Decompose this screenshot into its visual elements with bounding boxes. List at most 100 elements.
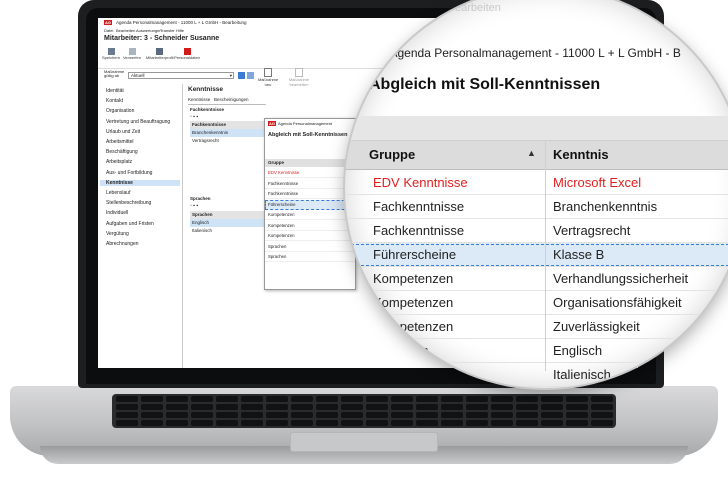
measure-edit-button[interactable]: Maßnahme bearbeiten: [284, 68, 314, 87]
table-row[interactable]: Italienisch: [190, 227, 266, 235]
keyboard-key: [541, 404, 563, 410]
magnified-titlebar: AG Agenda Personalmanagement - 11000 L + …: [367, 46, 681, 60]
keyboard-key: [566, 404, 588, 410]
tab-kenntnisse[interactable]: Kenntnisse: [188, 97, 210, 102]
valid-from-select[interactable]: Aktuell ▾: [128, 72, 234, 79]
keyboard-key: [591, 404, 613, 410]
save-button[interactable]: Speichern: [102, 48, 120, 60]
column-header-kenntnis[interactable]: Kenntnis: [553, 147, 609, 162]
sidebar-item[interactable]: Organisation: [100, 108, 180, 114]
dialog-row[interactable]: Kompetenzen: [265, 210, 355, 220]
table-row[interactable]: Branchenkenntnis: [190, 129, 266, 137]
sidebar-item[interactable]: Kontakt: [100, 98, 180, 104]
table-row[interactable]: Vertragsrecht: [190, 137, 266, 145]
cell-kenntnis: Klasse B: [553, 247, 605, 262]
sidebar-item[interactable]: Aus- und Fortbildung: [100, 170, 180, 176]
table-row[interactable]: Englisch: [190, 219, 266, 227]
keyboard-key: [316, 396, 338, 402]
new-icon[interactable]: ▫: [190, 203, 192, 209]
keyboard-key: [216, 404, 238, 410]
sidebar-item[interactable]: Identität: [100, 88, 180, 94]
keyboard-key: [366, 420, 388, 426]
sidebar-item[interactable]: Kenntnisse: [100, 179, 180, 186]
keyboard-key: [141, 404, 163, 410]
discard-button[interactable]: Verwerfen: [122, 48, 142, 60]
keyboard-key: [566, 396, 588, 402]
sidebar-item[interactable]: Arbeitsmittel: [100, 139, 180, 145]
keyboard-key: [491, 404, 513, 410]
keyboard-key: [341, 412, 363, 418]
keyboard-key: [541, 396, 563, 402]
delete-icon[interactable]: ▪: [196, 203, 198, 209]
dialog-title: AG Agenda Personalmanagement: [268, 121, 333, 126]
window-title: Agenda Personalmanagement - 11000 L + L …: [116, 20, 247, 25]
keyboard-key: [191, 420, 213, 426]
dialog-row[interactable]: Sprachen: [265, 252, 355, 262]
keyboard-key: [341, 404, 363, 410]
menu-datei[interactable]: Datei: [104, 28, 113, 33]
keyboard-key: [166, 404, 188, 410]
keyboard-key: [441, 412, 463, 418]
magnified-band: [345, 116, 728, 141]
menu-transfer[interactable]: Transfer: [160, 28, 175, 33]
magnifier-lens: earbeiten AG Agenda Personalmanagement - …: [345, 0, 728, 388]
folder-icon[interactable]: ▪: [193, 203, 195, 209]
keyboard-key: [341, 396, 363, 402]
cell-kenntnis: Italienisch: [553, 367, 611, 382]
menu-bearbeiten[interactable]: Bearbeiten: [116, 28, 135, 33]
keyboard-key: [266, 404, 288, 410]
dialog-row[interactable]: Sprachen: [265, 242, 355, 252]
keyboard-key: [116, 404, 138, 410]
keyboard-key: [441, 396, 463, 402]
sidebar-item[interactable]: Abrechnungen: [100, 241, 180, 247]
nav-forward-icon[interactable]: [247, 72, 254, 79]
employee-profile-button[interactable]: Mitarbeiterprofil: [146, 48, 174, 60]
sidebar-item[interactable]: Beschäftigung: [100, 149, 180, 155]
dialog-row[interactable]: Kompetenzen: [265, 231, 355, 241]
cell-gruppe: Fachkenntnisse: [373, 223, 465, 238]
sidebar-item[interactable]: Individuell: [100, 210, 180, 216]
dialog-row[interactable]: Fachkenntnisse: [265, 189, 355, 199]
keyboard-key: [391, 404, 413, 410]
dialog-row[interactable]: Fachkenntnisse: [265, 179, 355, 189]
menu-hilfe[interactable]: Hilfe: [176, 28, 184, 33]
keyboard-key: [516, 396, 538, 402]
sidebar-item[interactable]: Urlaub und Zeit: [100, 129, 180, 135]
sort-asc-icon[interactable]: ▲: [527, 148, 536, 158]
menu-auswertungen[interactable]: Auswertungen: [136, 28, 162, 33]
tab-bescheinigungen[interactable]: Bescheinigungen: [214, 97, 249, 102]
keyboard-key: [216, 396, 238, 402]
personnel-data-button[interactable]: Personaldaten: [174, 48, 200, 60]
new-icon[interactable]: ▫: [190, 114, 192, 120]
keyboard-key: [191, 404, 213, 410]
keyboard-key: [541, 412, 563, 418]
keyboard-key: [241, 412, 263, 418]
sidebar-item[interactable]: Aufgaben und Fristen: [100, 221, 180, 227]
dialog-row[interactable]: Führerscheine: [265, 199, 355, 210]
keyboard-key: [441, 404, 463, 410]
keyboard-key: [191, 396, 213, 402]
personnel-data-icon: [183, 48, 191, 55]
keyboard-key: [441, 420, 463, 426]
undo-icon: [128, 48, 136, 55]
cell-kenntnis: Microsoft Excel: [553, 175, 642, 190]
touchpad: [290, 432, 438, 452]
folder-icon[interactable]: ▪: [193, 114, 195, 120]
sidebar-item[interactable]: Lebenslauf: [100, 190, 180, 196]
delete-icon[interactable]: ▪: [196, 114, 198, 120]
sidebar-item[interactable]: Stellenbeschreibung: [100, 200, 180, 206]
sidebar-item[interactable]: Arbeitsplatz: [100, 159, 180, 165]
save-icon: [107, 48, 115, 55]
column-header-gruppe[interactable]: Gruppe: [369, 147, 415, 162]
nav-back-icon[interactable]: [238, 72, 245, 79]
keyboard-key: [366, 396, 388, 402]
keyboard-key: [466, 420, 488, 426]
dialog-row[interactable]: EDV Kenntnisse: [265, 168, 355, 178]
measure-new-button[interactable]: Maßnahme neu: [256, 68, 280, 87]
sidebar-item[interactable]: Vergütung: [100, 231, 180, 237]
keyboard-key: [266, 420, 288, 426]
sidebar-item[interactable]: Vertretung und Beauftragung: [100, 119, 180, 125]
keyboard-key: [566, 412, 588, 418]
faint-text: earbeiten: [455, 2, 501, 14]
dialog-row[interactable]: Kompetenzen: [265, 221, 355, 231]
